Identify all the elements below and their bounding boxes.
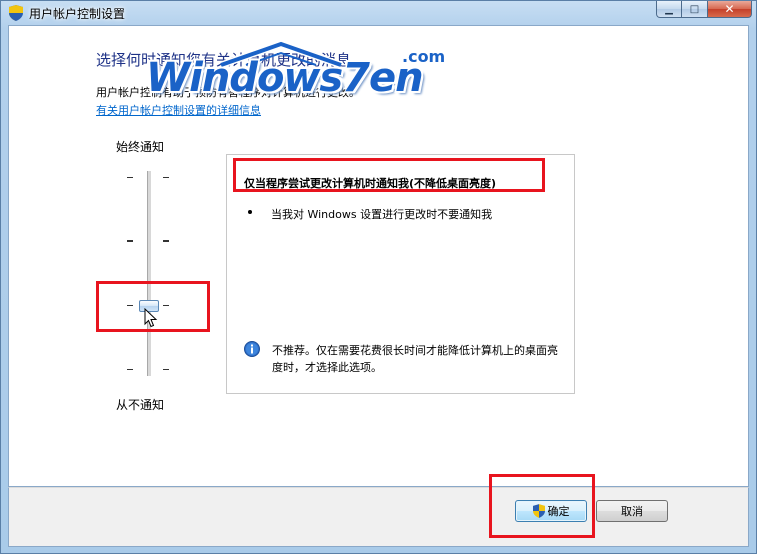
watermark-text: Windows7en [146,55,424,101]
slider-tick [163,369,169,370]
highlight-box-ok [489,474,595,538]
slider-tick [127,240,133,242]
uac-shield-icon [9,5,23,21]
slider-tick [163,177,169,178]
notify-slider-track[interactable] [147,171,152,376]
close-icon: ✕ [724,2,735,16]
close-button[interactable]: ✕ [708,1,752,18]
recommendation-note: 不推荐。仅在需要花费很长时间才能降低计算机上的桌面亮度时，才选择此选项。 [272,344,558,374]
slider-tick [163,240,169,242]
slider-tick [127,177,133,178]
level-bullet: 当我对 Windows 设置进行更改时不要通知我 [271,208,493,221]
slider-label-always-notify: 始终通知 [116,140,165,154]
info-icon [244,341,260,357]
cancel-button-label: 取消 [621,505,643,518]
bullet-point [248,210,252,214]
slider-tick [127,369,133,370]
cancel-button[interactable]: 取消 [596,500,668,522]
slider-label-never-notify: 从不通知 [116,398,165,412]
minimize-button[interactable]: ▁ [656,1,682,18]
highlight-box-title [233,158,545,192]
highlight-box-slider [96,281,210,332]
watermark-suffix: .com [402,47,446,66]
maximize-button[interactable]: □ [682,1,708,18]
caption-buttons: ▁ □ ✕ [656,1,752,19]
window-title: 用户帐户控制设置 [29,7,126,21]
watermark-logo: Windows7en .com [146,41,461,109]
uac-settings-window: 用户帐户控制设置 ▁ □ ✕ 选择何时通知您有关计算机更改的消息 用户帐户控制有… [0,0,757,554]
title-bar[interactable]: 用户帐户控制设置 ▁ □ ✕ [1,1,756,25]
maximize-icon: □ [689,3,700,15]
minimize-icon: ▁ [665,3,673,15]
